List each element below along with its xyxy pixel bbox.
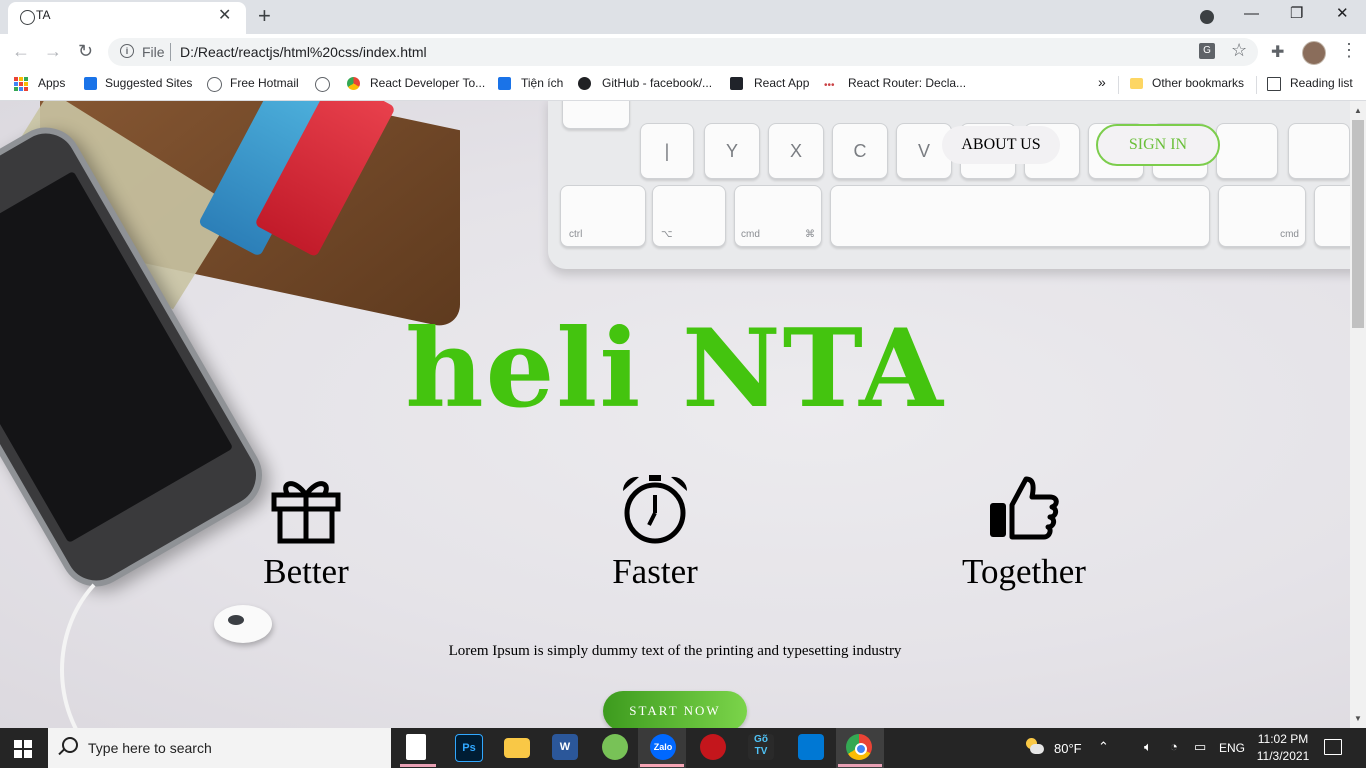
weather-sun-cloud-icon[interactable] — [1024, 738, 1044, 756]
vscode-icon[interactable] — [798, 734, 824, 760]
start-now-button[interactable]: START NOW — [603, 691, 747, 728]
bookmark-react-developer-tools[interactable]: React Developer To... — [370, 76, 485, 90]
tray-overflow-chevron-icon[interactable]: ⌃ — [1098, 739, 1109, 755]
globe-icon[interactable] — [315, 77, 330, 92]
clock-date[interactable]: 11/3/2021 — [1254, 749, 1312, 763]
bookmark-github[interactable]: GitHub - facebook/... — [602, 76, 712, 90]
feature-label: Faster — [612, 552, 698, 591]
android-studio-icon[interactable] — [602, 734, 628, 760]
feature-together: Together — [914, 473, 1134, 592]
key-y: Y — [704, 123, 760, 179]
word-icon[interactable]: W — [552, 734, 578, 760]
info-icon[interactable]: i — [120, 44, 134, 58]
red-app-icon[interactable] — [700, 734, 726, 760]
hero-title: heli NTA — [405, 306, 945, 432]
scheme-label: File — [142, 44, 165, 60]
minimize-button[interactable]: — — [1244, 4, 1259, 24]
bookmarks-divider — [1118, 76, 1119, 94]
close-window-button[interactable]: ✕ — [1336, 4, 1349, 24]
back-button[interactable]: ← — [12, 40, 30, 62]
react-router-icon: ••• — [824, 80, 835, 91]
bookmarks-divider — [1256, 76, 1257, 94]
notifications-icon[interactable] — [1324, 739, 1342, 755]
keyboard-photo: | Y X C V ctrl ⌥ cmd ⌘ cmd — [548, 101, 1350, 269]
tagline-text: Lorem Ipsum is simply dummy text of the … — [448, 643, 902, 659]
search-icon — [62, 737, 78, 753]
scroll-up-arrow-icon[interactable]: ▲ — [1354, 106, 1362, 115]
temperature-text[interactable]: 80°F — [1054, 741, 1082, 756]
restore-button[interactable]: ❐ — [1290, 4, 1303, 24]
profile-avatar[interactable] — [1302, 41, 1326, 65]
reading-list-icon — [1267, 77, 1281, 91]
bookmark-react-app[interactable]: React App — [754, 76, 809, 90]
globe-icon — [20, 10, 35, 25]
taskbar-search-placeholder: Type here to search — [88, 740, 212, 756]
key-x: X — [768, 123, 824, 179]
webstore-icon — [347, 77, 360, 90]
tab-title: TA — [36, 8, 51, 22]
gift-icon — [271, 481, 341, 544]
bookmark-free-hotmail[interactable]: Free Hotmail — [230, 76, 299, 90]
forward-button[interactable]: → — [44, 40, 62, 62]
photoshop-icon[interactable]: Ps — [455, 734, 483, 762]
react-icon — [730, 77, 743, 90]
alarm-clock-icon — [622, 475, 688, 544]
key-c: C — [832, 123, 888, 179]
other-bookmarks[interactable]: Other bookmarks — [1152, 76, 1244, 90]
file-explorer-icon[interactable] — [504, 738, 530, 758]
zalo-icon[interactable]: Zalo — [650, 734, 676, 760]
sign-in-button[interactable]: SIGN IN — [1096, 124, 1220, 166]
globe-icon — [207, 77, 222, 92]
bookmark-apps[interactable]: Apps — [38, 76, 65, 90]
extensions-puzzle-icon[interactable]: ✚ — [1271, 42, 1284, 62]
scroll-down-arrow-icon[interactable]: ▼ — [1354, 714, 1362, 723]
feature-label: Better — [263, 552, 349, 591]
bookmark-tien-ich[interactable]: Tiện ích — [521, 76, 563, 90]
volume-icon[interactable]: 🔈︎ — [1144, 739, 1152, 755]
folder-icon — [1130, 78, 1143, 89]
battery-icon[interactable]: ▭ — [1194, 739, 1206, 755]
web-page: | Y X C V ctrl ⌥ cmd ⌘ cmd ABOUT US SIGN … — [0, 101, 1350, 728]
puzzle-icon — [498, 77, 511, 90]
clock-time[interactable]: 11:02 PM — [1256, 732, 1310, 746]
about-us-button[interactable]: ABOUT US — [942, 126, 1060, 164]
bookmark-react-router[interactable]: React Router: Decla... — [848, 76, 966, 90]
bing-icon — [84, 77, 97, 90]
feature-better: Better — [196, 473, 416, 592]
more-menu-icon[interactable]: ⋮ — [1340, 40, 1358, 61]
scrollbar-thumb[interactable] — [1352, 120, 1364, 328]
windows-start-icon[interactable] — [14, 740, 32, 758]
new-tab-button[interactable]: + — [258, 4, 271, 28]
earbud-photo — [214, 605, 272, 643]
tab-search-icon[interactable] — [1200, 10, 1214, 24]
reload-button[interactable]: ↻ — [78, 40, 93, 62]
tab-close-button[interactable]: ✕ — [218, 6, 231, 26]
github-icon — [578, 77, 591, 90]
feature-label: Together — [962, 552, 1086, 591]
translate-icon[interactable]: G — [1199, 43, 1215, 59]
bookmarks-overflow-button[interactable]: » — [1098, 74, 1106, 90]
gotv-icon[interactable]: Gõ TV — [748, 734, 774, 760]
url-text[interactable]: D:/React/reactjs/html%20css/index.html — [180, 44, 427, 60]
omnibox-divider — [170, 43, 171, 61]
wifi-icon[interactable]: ◔ — [1170, 739, 1178, 754]
language-indicator[interactable]: ENG — [1219, 741, 1245, 755]
notepad-icon[interactable] — [406, 734, 426, 760]
bookmark-suggested-sites[interactable]: Suggested Sites — [105, 76, 192, 90]
apps-grid-icon — [14, 77, 28, 91]
thumbs-up-icon — [990, 476, 1059, 540]
bookmark-star-icon[interactable]: ☆ — [1231, 40, 1247, 61]
reading-list[interactable]: Reading list — [1290, 76, 1353, 90]
feature-faster: Faster — [545, 473, 765, 592]
